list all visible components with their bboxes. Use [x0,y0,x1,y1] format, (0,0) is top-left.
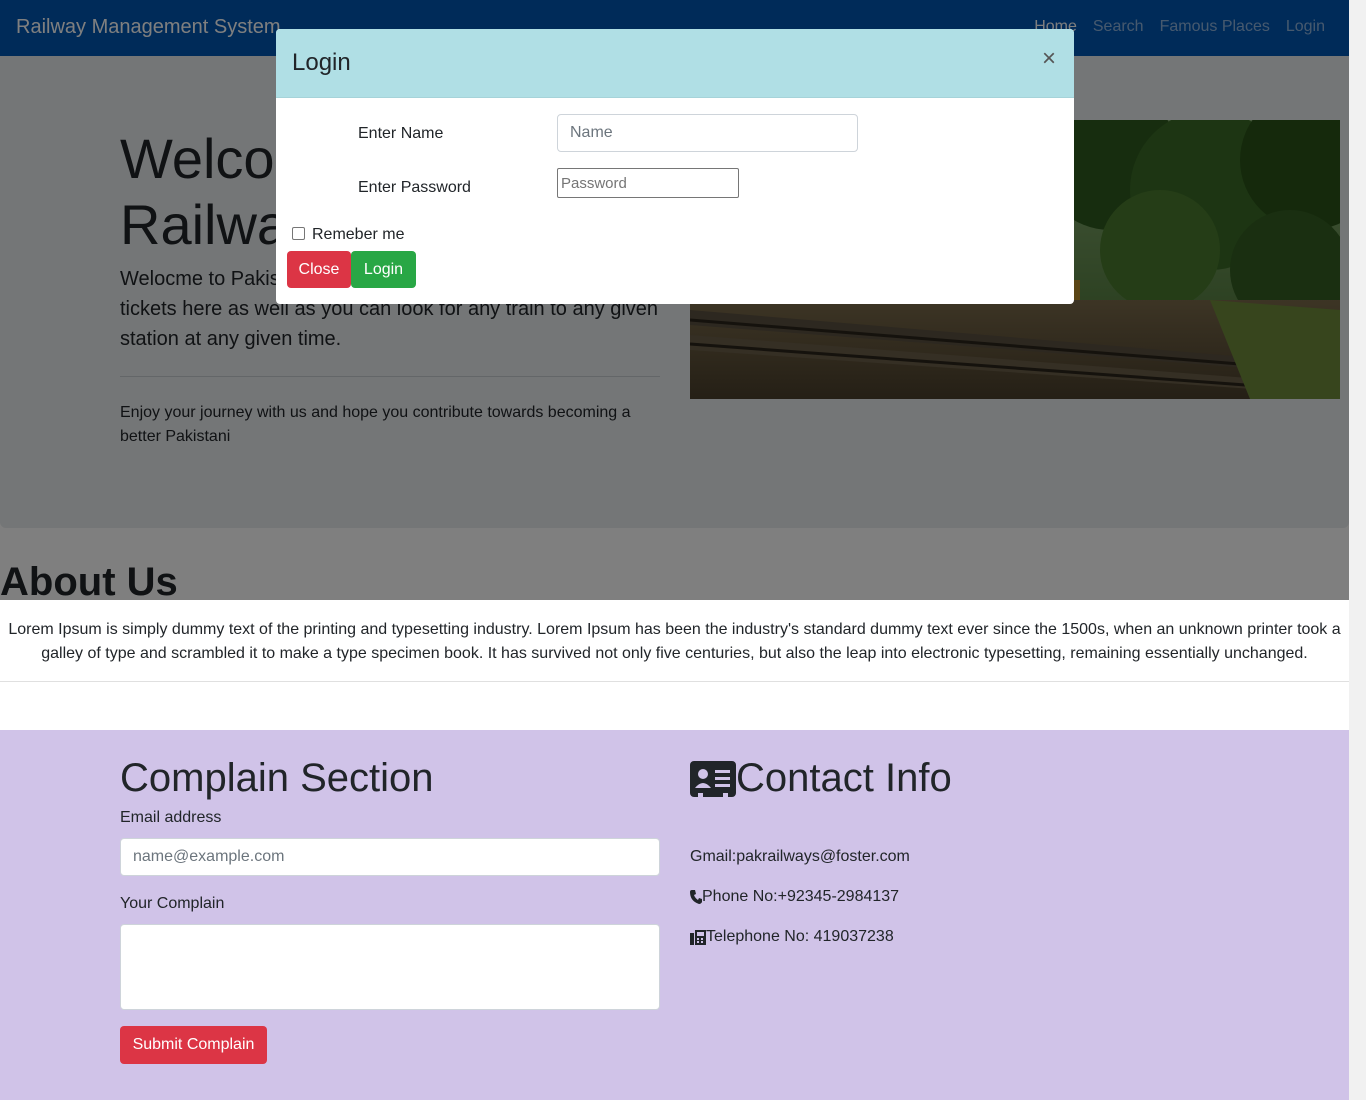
about-divider [0,681,1349,682]
name-placeholder: Name [570,124,613,141]
about-text: Lorem Ipsum is simply dummy text of the … [8,621,1341,662]
complain-title: Complain Section [120,756,434,800]
name-label: Enter Name [358,125,444,142]
remember-me-label[interactable]: Remeber me [312,226,404,244]
contact-title: Contact Info [690,756,952,801]
contact-gmail-text: Gmail:pakrailways@foster.com [690,848,910,865]
address-card-icon [690,760,736,797]
modal-close-icon[interactable]: × [1042,45,1056,73]
complain-label: Your Complain [120,895,225,912]
phone-icon [690,890,702,904]
submit-complain-button[interactable]: Submit Complain [120,1026,267,1064]
contact-telephone-text: Telephone No: 419037238 [706,928,894,945]
name-input[interactable]: Name [557,114,858,152]
contact-gmail: Gmail:pakrailways@foster.com [690,848,910,866]
password-label: Enter Password [358,179,471,196]
contact-title-text: Contact Info [736,756,952,800]
complain-contact-section: Complain Section Email address name@exam… [0,730,1349,1100]
modal-title: Login [292,49,351,76]
email-placeholder: name@example.com [133,848,285,865]
modal-header: Login × [276,29,1074,98]
modal-close-button[interactable]: Close [287,251,351,288]
modal-login-button[interactable]: Login [351,251,416,288]
contact-phone: Phone No:+92345-2984137 [690,888,899,906]
email-label: Email address [120,809,222,826]
page-scrollbar[interactable] [1349,0,1366,1100]
fax-icon [690,929,706,945]
login-modal: Login × Enter Name Name Enter Password P… [276,29,1074,304]
contact-telephone: Telephone No: 419037238 [690,928,894,946]
remember-me-checkbox[interactable] [292,227,305,240]
password-input[interactable]: Password [557,168,739,198]
contact-phone-text: Phone No:+92345-2984137 [702,888,900,905]
complain-textarea[interactable] [120,924,660,1010]
password-placeholder: Password [561,174,627,192]
email-input[interactable]: name@example.com [120,838,660,876]
